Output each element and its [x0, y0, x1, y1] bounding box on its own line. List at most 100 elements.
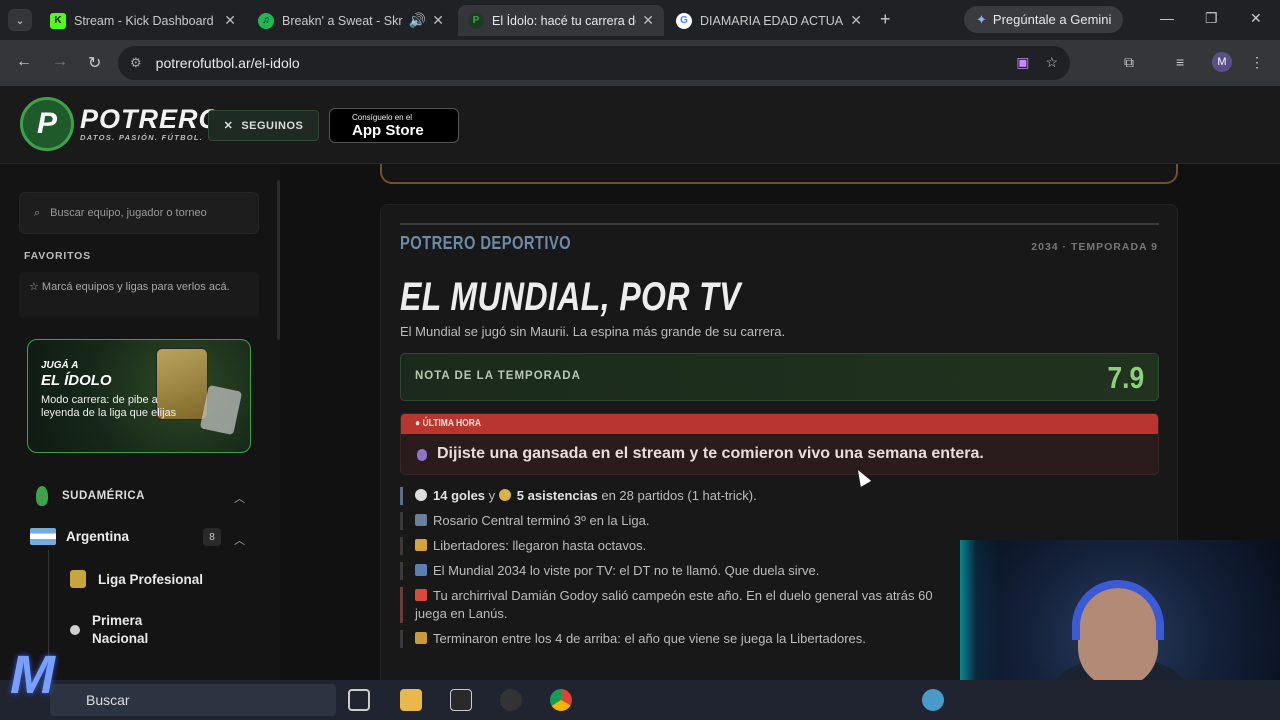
- south-america-icon: [36, 486, 48, 506]
- country-argentina[interactable]: Argentina: [30, 528, 129, 545]
- fact-text: Rosario Central terminó 3º en la Liga.: [433, 513, 650, 528]
- headphones: [1072, 580, 1164, 640]
- promo-line2: EL ÍDOLO: [41, 372, 112, 389]
- profile-avatar[interactable]: M: [1212, 52, 1232, 72]
- potrero-logo-icon[interactable]: P: [20, 97, 74, 151]
- favorites-title: FAVORITOS: [24, 250, 91, 262]
- previous-card-edge: [380, 164, 1178, 184]
- site-header: P POTRERO DATOS. PASIÓN. FÚTBOL. ✕ SEGUI…: [0, 86, 1280, 164]
- newspaper-name: POTRERO DEPORTIVO: [400, 233, 571, 253]
- chevron-up-icon[interactable]: ︿: [234, 490, 245, 506]
- url-text[interactable]: potrerofutbol.ar/el-idolo: [156, 55, 300, 71]
- fact-text: Libertadores: llegaron hasta octavos.: [433, 538, 647, 553]
- country-count-badge: 8: [203, 528, 221, 546]
- reload-icon[interactable]: ↻: [88, 53, 101, 73]
- fact-goals: 14 goles y 5 asistencias en 28 partidos …: [400, 487, 1160, 505]
- close-tab-icon[interactable]: ✕: [224, 12, 236, 29]
- app-store-button[interactable]: Consíguelo en el App Store: [329, 108, 459, 143]
- taskbar-search[interactable]: Buscar: [50, 684, 336, 716]
- extensions-icon[interactable]: ⧉: [1124, 54, 1134, 71]
- ticket-icon: [415, 632, 427, 644]
- cast-icon[interactable]: ▣: [1016, 54, 1029, 71]
- obs-icon[interactable]: [500, 689, 522, 711]
- breaking-tag: ● ÚLTIMA HORA: [415, 418, 482, 429]
- country-label: Argentina: [66, 529, 130, 544]
- subheadline: El Mundial se jugó sin Maurii. La espina…: [400, 324, 786, 339]
- weather-icon[interactable]: [922, 689, 944, 711]
- kick-icon: K: [50, 12, 66, 29]
- soccer-ball-icon: [415, 489, 427, 501]
- tab-el-idolo[interactable]: P El Ídolo: hacé tu carrera de ✕: [458, 5, 664, 36]
- divider: [400, 223, 1159, 225]
- games-text: en 28 partidos (1 hat-trick).: [601, 488, 757, 503]
- tab-search-menu-button[interactable]: ⌄: [8, 9, 32, 31]
- region-sudamerica[interactable]: SUDAMÉRICA: [36, 486, 145, 506]
- close-tab-icon[interactable]: ✕: [850, 12, 862, 29]
- site-info-icon[interactable]: ⚙: [130, 55, 142, 71]
- chevron-up-icon[interactable]: ︿: [234, 532, 245, 548]
- forward-icon[interactable]: →: [52, 53, 68, 71]
- goals-text: 14 goles: [433, 488, 486, 503]
- close-window-icon[interactable]: ✕: [1250, 10, 1262, 27]
- speaker-icon: 🔊: [408, 12, 427, 28]
- task-view-icon[interactable]: [348, 689, 370, 711]
- conjunction-text: y: [488, 488, 496, 503]
- new-tab-button[interactable]: +: [880, 9, 891, 30]
- gemini-label: Pregúntale a Gemini: [992, 12, 1112, 27]
- bookmark-star-icon[interactable]: ☆: [1045, 54, 1058, 71]
- fact-league-position: Rosario Central terminó 3º en la Liga.: [400, 512, 1160, 530]
- tv-icon: [415, 564, 427, 576]
- follow-x-button[interactable]: ✕ SEGUINOS: [208, 110, 319, 141]
- star-icon: ☆: [29, 281, 42, 293]
- restore-icon[interactable]: ❐: [1205, 10, 1218, 27]
- headline: EL MUNDIAL, POR TV: [400, 275, 741, 319]
- region-label: SUDAMÉRICA: [62, 490, 145, 502]
- season-label: 2034 · TEMPORADA 9: [1031, 241, 1158, 253]
- league-label: Primera Nacional: [92, 613, 149, 646]
- rating-label: NOTA DE LA TEMPORADA: [415, 370, 581, 382]
- el-idolo-promo-card[interactable]: JUGÁ A EL ÍDOLO Modo carrera: de pibe a …: [27, 339, 251, 453]
- address-bar-row: ← → ↻ ⚙ potrerofutbol.ar/el-idolo ▣ ☆ ⧉ …: [0, 40, 1280, 86]
- google-icon: G: [676, 12, 692, 29]
- favorites-empty-box: ☆ Marcá equipos y ligas para verlos acá.: [19, 272, 259, 318]
- lightning-icon: [415, 589, 427, 601]
- chrome-icon[interactable]: [550, 689, 572, 711]
- league-label: Liga Profesional: [98, 571, 204, 587]
- league-primera-nacional[interactable]: Primera Nacional: [70, 612, 190, 648]
- breaking-text: Dijiste una gansada en el stream y te co…: [437, 445, 984, 462]
- close-tab-icon[interactable]: ✕: [432, 12, 444, 29]
- tab-label: Breakn' a Sweat - Skrill: [282, 13, 403, 28]
- potrero-icon: P: [468, 12, 484, 29]
- breaking-news-box: ● ÚLTIMA HORA Dijiste una gansada en el …: [400, 413, 1159, 475]
- tab-label: DIAMARIA EDAD ACTUAL: [700, 13, 845, 28]
- appstore-small-text: Consíguelo en el: [352, 112, 413, 122]
- browser-tab-bar: ⌄ K Stream - Kick Dashboard ✕ ♫ Breakn' …: [0, 0, 1280, 40]
- close-tab-icon[interactable]: ✕: [642, 12, 654, 29]
- fact-text: Terminaron entre los 4 de arriba: el año…: [433, 631, 866, 646]
- tab-spotify[interactable]: ♫ Breakn' a Sweat - Skrill 🔊 ✕: [248, 5, 454, 36]
- search-placeholder: Buscar equipo, jugador o torneo: [50, 207, 207, 219]
- gemini-button[interactable]: ✦ Pregúntale a Gemini: [964, 6, 1124, 33]
- back-icon[interactable]: ←: [16, 53, 32, 71]
- follow-label: SEGUINOS: [241, 119, 304, 132]
- logo-text[interactable]: POTRERO: [80, 104, 221, 135]
- file-explorer-icon[interactable]: [400, 689, 422, 711]
- capcut-icon[interactable]: [450, 689, 472, 711]
- sidebar-search-input[interactable]: ⌕ Buscar equipo, jugador o torneo: [19, 192, 259, 234]
- favorites-hint: Marcá equipos y ligas para verlos acá.: [41, 281, 230, 293]
- league-liga-profesional[interactable]: Liga Profesional: [70, 570, 203, 588]
- promo-line3: Modo carrera: de pibe a leyenda de la li…: [41, 394, 177, 419]
- fact-text: Tu archirrival Damián Godoy salió campeó…: [433, 588, 933, 603]
- tab-google[interactable]: G DIAMARIA EDAD ACTUAL ✕: [666, 5, 872, 36]
- season-rating-box: NOTA DE LA TEMPORADA 7.9: [400, 353, 1159, 401]
- omnibox[interactable]: ⚙ potrerofutbol.ar/el-idolo ▣ ☆: [118, 46, 1070, 80]
- media-icon[interactable]: ≡: [1176, 54, 1184, 70]
- argentina-flag-icon: [30, 528, 56, 545]
- minimize-icon[interactable]: —: [1160, 10, 1174, 26]
- menu-kebab-icon[interactable]: ⋮: [1250, 54, 1264, 71]
- logo-tagline: DATOS. PASIÓN. FÚTBOL.: [80, 133, 204, 142]
- microphone-icon: [417, 449, 427, 461]
- x-logo-icon: ✕: [223, 120, 234, 132]
- search-icon: ⌕: [34, 206, 41, 219]
- tab-kick[interactable]: K Stream - Kick Dashboard ✕: [40, 5, 246, 36]
